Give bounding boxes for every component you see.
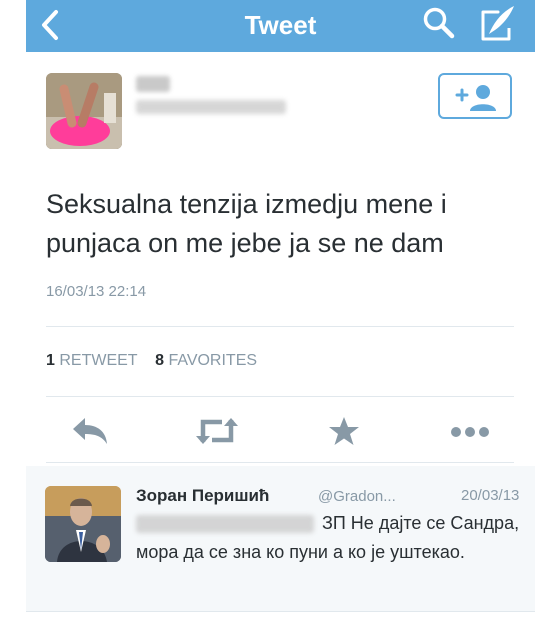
favorites-stat[interactable]: 8 FAVORITES bbox=[155, 352, 257, 369]
favorites-count: 8 bbox=[155, 352, 164, 369]
retweet-icon bbox=[196, 418, 238, 444]
divider bbox=[46, 462, 514, 463]
favorite-button[interactable] bbox=[328, 415, 360, 452]
reply-text: ЗП Не дајте се Сандра, мора да се зна ко… bbox=[136, 513, 520, 562]
retweets-label: RETWEET bbox=[59, 352, 138, 369]
tweet-timestamp: 16/03/13 22:14 bbox=[46, 283, 147, 300]
search-icon[interactable] bbox=[422, 6, 456, 40]
retweets-count: 1 bbox=[46, 352, 55, 369]
divider bbox=[46, 396, 514, 397]
author-name-blurred bbox=[136, 76, 170, 92]
reply-date: 20/03/13 bbox=[461, 487, 520, 504]
navigation-bar: Tweet bbox=[26, 0, 535, 52]
tweet-detail-screen: Tweet Seksualna tenzija izmedju mene i p… bbox=[26, 0, 535, 623]
reply-author-handle[interactable]: @Gradon... bbox=[318, 488, 396, 505]
retweet-button[interactable] bbox=[194, 415, 240, 452]
follow-button[interactable] bbox=[438, 73, 512, 119]
page-title: Tweet bbox=[244, 10, 317, 40]
favorites-label: FAVORITES bbox=[168, 352, 258, 369]
tweet-stats: 1 RETWEET 8 FAVORITES bbox=[46, 352, 257, 370]
author-avatar[interactable] bbox=[46, 73, 122, 149]
tweet-text: Seksualna tenzija izmedju mene i punjaca… bbox=[46, 189, 447, 258]
divider bbox=[46, 326, 514, 327]
retweets-stat[interactable]: 1 RETWEET bbox=[46, 352, 137, 369]
author-handle-blurred bbox=[136, 100, 286, 114]
more-button[interactable] bbox=[450, 415, 490, 452]
reply-button[interactable] bbox=[70, 415, 110, 452]
reply-author-name: Зоран Перишић bbox=[136, 486, 270, 505]
reply-arrow-icon bbox=[73, 418, 107, 444]
ellipsis-icon bbox=[451, 427, 489, 437]
compose-quill-icon[interactable] bbox=[480, 4, 516, 42]
reply-tweet[interactable]: Зоран Перишић @Gradon... 20/03/13 ЗП Не … bbox=[26, 466, 535, 611]
divider bbox=[26, 611, 535, 612]
reply-author-avatar[interactable] bbox=[45, 486, 121, 562]
add-user-icon bbox=[455, 85, 496, 111]
star-icon bbox=[329, 417, 359, 445]
